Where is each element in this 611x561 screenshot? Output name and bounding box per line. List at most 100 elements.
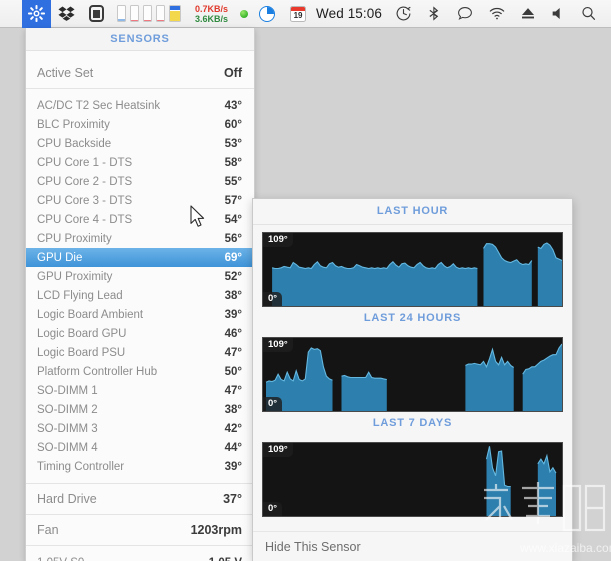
sensor-row-temperatures-2[interactable]: CPU Backside 53° <box>26 134 254 153</box>
graph-plot-0 <box>271 242 562 306</box>
time-machine-menu-item[interactable] <box>388 0 419 28</box>
eject-icon <box>520 5 536 22</box>
network-status-menu-item[interactable] <box>236 0 252 28</box>
sensor-row-temperatures-16[interactable]: SO-DIMM 2 38° <box>26 400 254 419</box>
sensor-row-temperatures-6[interactable]: CPU Core 4 - DTS 54° <box>26 210 254 229</box>
sensor-row-temperatures-7[interactable]: CPU Proximity 56° <box>26 229 254 248</box>
sensor-label: CPU Core 1 - DTS <box>37 156 133 169</box>
sensor-label: GPU Proximity <box>37 270 113 283</box>
sensor-row-temperatures-3[interactable]: CPU Core 1 - DTS 58° <box>26 153 254 172</box>
sensor-value: 56° <box>224 232 242 245</box>
graph-last-24-hours[interactable]: 109° 0° <box>262 337 563 412</box>
active-set-label: Active Set <box>37 66 94 80</box>
sensor-value: 50° <box>224 365 242 378</box>
graph-last-7-days[interactable]: 109° 0° <box>262 442 563 517</box>
messages-menu-item[interactable] <box>449 0 481 28</box>
sensor-label: SO-DIMM 4 <box>37 441 98 454</box>
sensor-row-temperatures-4[interactable]: CPU Core 2 - DTS 55° <box>26 172 254 191</box>
gauge-5 <box>169 5 181 22</box>
calendar-day: 19 <box>293 10 303 20</box>
active-set-value: Off <box>223 66 242 80</box>
spotlight-menu-item[interactable] <box>573 0 604 28</box>
dropbox-icon <box>58 5 75 22</box>
volume-menu-item[interactable] <box>543 0 573 28</box>
sensor-row-temperatures-5[interactable]: CPU Core 3 - DTS 57° <box>26 191 254 210</box>
sensor-label: CPU Core 4 - DTS <box>37 213 133 226</box>
sensor-row-temperatures-19[interactable]: Timing Controller 39° <box>26 457 254 476</box>
sensor-row-temperatures-9[interactable]: GPU Proximity 52° <box>26 267 254 286</box>
disk-usage-pie-icon <box>259 5 276 22</box>
graph-min-label-0: 0° <box>263 292 283 306</box>
row-active-set[interactable]: Active Set Off <box>26 58 254 88</box>
row-fan[interactable]: Fan 1203rpm <box>26 515 254 545</box>
sensor-graph-flyout: LAST HOUR 109° 0° LAST 24 HOURS 109° 0° … <box>252 198 573 561</box>
dropbox-menu-item[interactable] <box>51 0 82 28</box>
sensor-value: 47° <box>224 384 242 397</box>
disk-usage-menu-item[interactable] <box>252 0 282 28</box>
sensor-row-temperatures-13[interactable]: Logic Board PSU 47° <box>26 343 254 362</box>
sensor-row-temperatures-8[interactable]: GPU Die 69° <box>26 248 254 267</box>
graph-last-hour[interactable]: 109° 0° <box>262 232 563 307</box>
temperature-sensor-list: AC/DC T2 Sec Heatsink 43° BLC Proximity 60°… <box>26 96 254 476</box>
sensor-row-voltages-0[interactable]: 1.05V S0 1.05 V <box>26 553 254 561</box>
sensor-label: SO-DIMM 3 <box>37 422 98 435</box>
voltage-sensor-list: 1.05V S01.05 VAC/DC 12V G3H11.96 VCPU Co… <box>26 553 254 561</box>
sensor-row-temperatures-14[interactable]: Platform Controller Hub 50° <box>26 362 254 381</box>
disk-activity-menu-item[interactable] <box>82 0 111 28</box>
time-machine-icon <box>395 5 412 22</box>
calendar-menu-item[interactable]: 19 <box>282 0 310 28</box>
sensor-row-temperatures-18[interactable]: SO-DIMM 4 44° <box>26 438 254 457</box>
fan-label: Fan <box>37 523 59 537</box>
network-speed-menu-item[interactable]: 0.7KB/s 3.6KB/s <box>187 0 236 28</box>
sensor-value: 42° <box>224 422 242 435</box>
graph-plot-2 <box>485 446 557 516</box>
sensor-value: 44° <box>224 441 242 454</box>
sensor-value: 43° <box>224 99 242 112</box>
sensor-value: 39° <box>224 308 242 321</box>
sensor-gauges-group[interactable] <box>111 0 187 28</box>
graph-min-label-2: 0° <box>263 502 283 516</box>
sensor-label: CPU Backside <box>37 137 112 150</box>
graph-plot-1 <box>265 343 562 411</box>
sensor-value: 60° <box>224 118 242 131</box>
sensor-row-temperatures-17[interactable]: SO-DIMM 3 42° <box>26 419 254 438</box>
sensor-row-temperatures-1[interactable]: BLC Proximity 60° <box>26 115 254 134</box>
spotlight-search-icon <box>580 5 597 22</box>
sensor-row-temperatures-11[interactable]: Logic Board Ambient 39° <box>26 305 254 324</box>
sensor-row-temperatures-12[interactable]: Logic Board GPU 46° <box>26 324 254 343</box>
sensor-row-temperatures-0[interactable]: AC/DC T2 Sec Heatsink 43° <box>26 96 254 115</box>
menu-bar: 0.7KB/s 3.6KB/s 19 Wed 15:06 <box>0 0 611 28</box>
sensor-row-temperatures-15[interactable]: SO-DIMM 1 47° <box>26 381 254 400</box>
sensor-row-temperatures-10[interactable]: LCD Flying Lead 38° <box>26 286 254 305</box>
sensor-value: 38° <box>224 289 242 302</box>
graph-max-label-1: 109° <box>263 338 293 352</box>
bluetooth-icon <box>426 5 442 22</box>
clock-menu-item[interactable]: Wed 15:06 <box>310 0 388 28</box>
desktop-screen: 0.7KB/s 3.6KB/s 19 Wed 15:06 SENSORS Act… <box>0 0 611 561</box>
sensor-label: Logic Board PSU <box>37 346 126 359</box>
calendar-icon: 19 <box>290 5 307 22</box>
sensor-label: Logic Board GPU <box>37 327 127 340</box>
sensors-popup-title: SENSORS <box>26 28 254 51</box>
flyout-label-last-7-days: LAST 7 DAYS <box>372 417 453 429</box>
clock-text: Wed 15:06 <box>316 6 382 21</box>
row-hard-drive[interactable]: Hard Drive 37° <box>26 484 254 514</box>
hide-this-sensor-button[interactable]: Hide This Sensor <box>253 531 572 561</box>
istat-menus-icon[interactable] <box>22 0 51 28</box>
eject-menu-item[interactable] <box>513 0 543 28</box>
sensor-label: Logic Board Ambient <box>37 308 144 321</box>
sensor-label: CPU Core 3 - DTS <box>37 194 133 207</box>
network-speed-readout: 0.7KB/s 3.6KB/s <box>190 0 233 28</box>
sensor-value: 38° <box>224 403 242 416</box>
wifi-menu-item[interactable] <box>481 0 513 28</box>
flyout-label-last-24-hours: LAST 24 HOURS <box>363 312 462 324</box>
fan-value: 1203rpm <box>190 523 242 537</box>
graph-max-label-2: 109° <box>263 443 293 457</box>
sensor-label: 1.05V S0 <box>37 557 84 561</box>
bluetooth-menu-item[interactable] <box>419 0 449 28</box>
sensor-label: Platform Controller Hub <box>37 365 158 378</box>
sensor-label: SO-DIMM 2 <box>37 403 98 416</box>
sensor-label: CPU Proximity <box>37 232 112 245</box>
